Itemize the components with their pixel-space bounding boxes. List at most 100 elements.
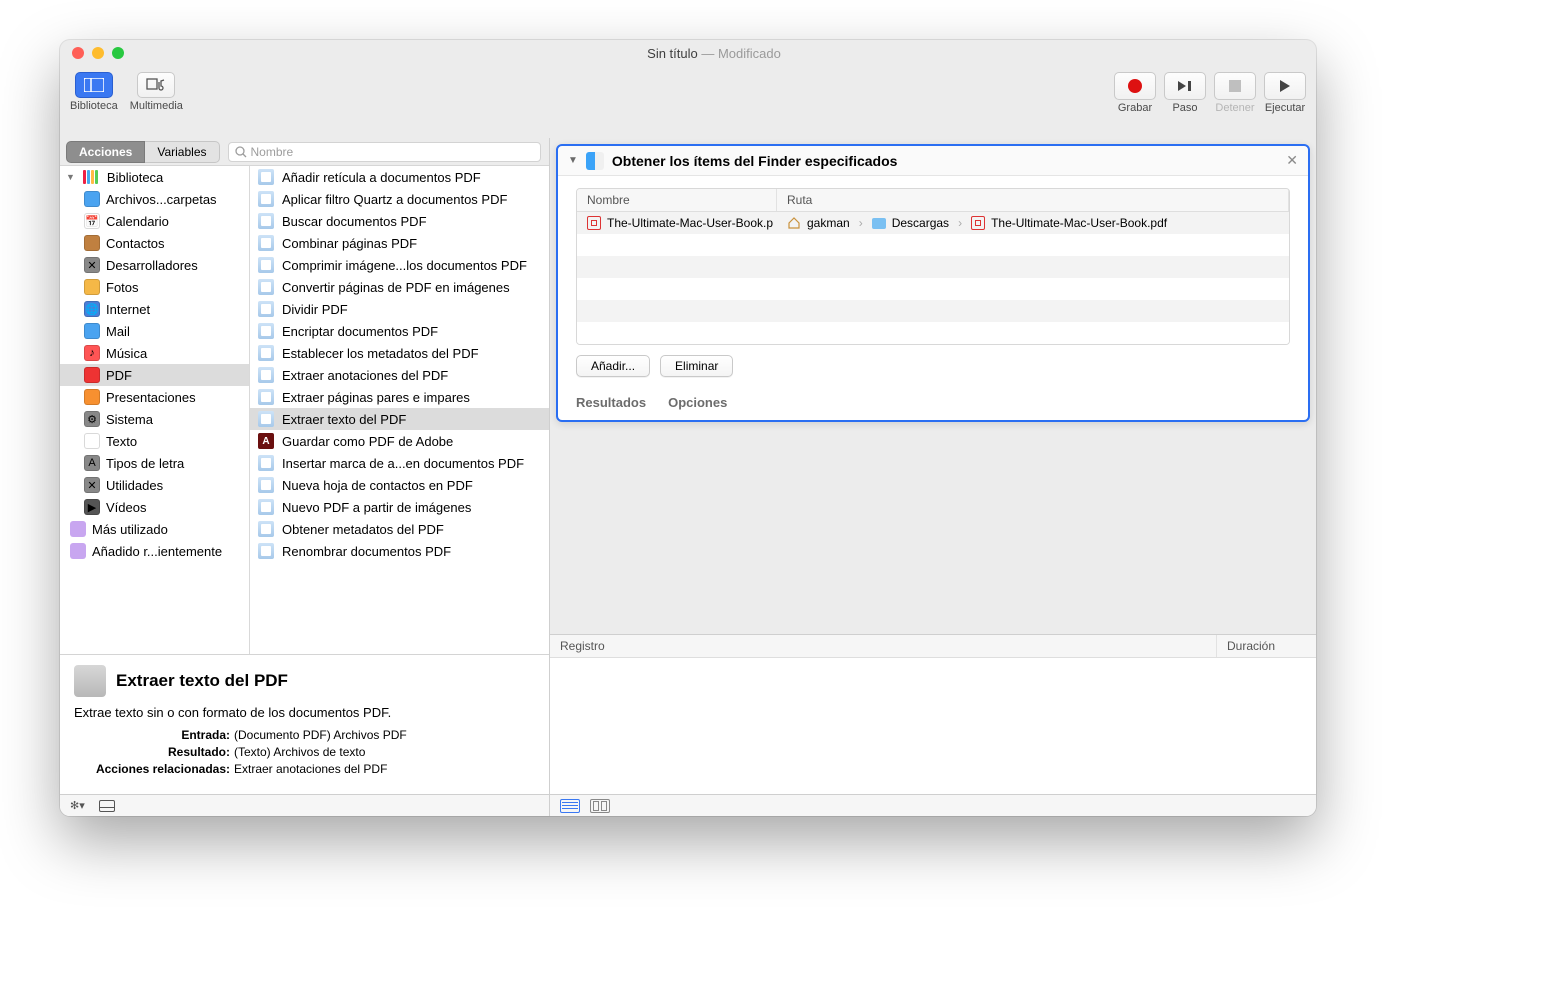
grid-view-toggle[interactable]	[590, 799, 610, 813]
folder-icon	[872, 218, 886, 229]
sidebar-item[interactable]: Presentaciones	[60, 386, 249, 408]
description-panel: Extraer texto del PDF Extrae texto sin o…	[60, 654, 549, 794]
sidebar-item[interactable]: 📅Calendario	[60, 210, 249, 232]
action-list-item[interactable]: Nueva hoja de contactos en PDF	[250, 474, 549, 496]
action-list-item[interactable]: Extraer páginas pares e impares	[250, 386, 549, 408]
window-title-text: Sin título	[647, 46, 698, 61]
sidebar-item[interactable]: ▶Vídeos	[60, 496, 249, 518]
action-list-item[interactable]: Extraer texto del PDF	[250, 408, 549, 430]
actions-list[interactable]: Añadir retícula a documentos PDF Aplicar …	[250, 166, 549, 654]
action-list-item[interactable]: Buscar documentos PDF	[250, 210, 549, 232]
remove-button[interactable]: Eliminar	[660, 355, 733, 377]
log-header: Registro Duración	[550, 635, 1316, 658]
toolbar-step[interactable]: Paso	[1164, 72, 1206, 114]
play-icon	[1278, 79, 1292, 93]
sidebar-item[interactable]: ✕Desarrolladores	[60, 254, 249, 276]
sidebar-item[interactable]: Mail	[60, 320, 249, 342]
sidebar-smart-item[interactable]: Más utilizado	[60, 518, 249, 540]
disclosure-triangle-icon[interactable]: ▼	[568, 155, 578, 166]
run-button[interactable]	[1264, 72, 1306, 100]
smart-folder-icon	[70, 521, 86, 537]
action-list-item[interactable]: Dividir PDF	[250, 298, 549, 320]
tab-actions[interactable]: Acciones	[66, 141, 145, 163]
sidebar-item[interactable]: Texto	[60, 430, 249, 452]
record-button[interactable]	[1114, 72, 1156, 100]
window-title: Sin título — Modificado	[124, 46, 1304, 61]
action-list-item[interactable]: Insertar marca de a...en documentos PDF	[250, 452, 549, 474]
minimize-window-button[interactable]	[92, 47, 104, 59]
action-list-item[interactable]: Encriptar documentos PDF	[250, 320, 549, 342]
zoom-window-button[interactable]	[112, 47, 124, 59]
close-window-button[interactable]	[72, 47, 84, 59]
action-list-item[interactable]: Añadir retícula a documentos PDF	[250, 166, 549, 188]
category-sidebar[interactable]: BibliotecaArchivos...carpetas📅Calendario…	[60, 166, 250, 654]
action-icon	[258, 367, 274, 383]
card-results-tab[interactable]: Resultados	[576, 395, 646, 410]
tab-variables[interactable]: Variables	[145, 141, 219, 163]
sidebar-item[interactable]: ATipos de letra	[60, 452, 249, 474]
category-icon	[84, 367, 100, 383]
sidebar-item[interactable]: Archivos...carpetas	[60, 188, 249, 210]
remove-action-button[interactable]: ✕	[1286, 152, 1298, 169]
sidebar-item[interactable]: PDF	[60, 364, 249, 386]
sidebar-item[interactable]: 🌐Internet	[60, 298, 249, 320]
toolbar-run[interactable]: Ejecutar	[1264, 72, 1306, 114]
search-field[interactable]: Nombre	[228, 142, 542, 162]
col-path[interactable]: Ruta	[777, 189, 1289, 211]
action-icon	[258, 235, 274, 251]
sidebar-header[interactable]: Biblioteca	[60, 166, 249, 188]
sidebar-item-label: Texto	[106, 434, 137, 449]
sidebar-smart-item[interactable]: Añadido r...ientemente	[60, 540, 249, 562]
left-column: Acciones Variables Nombre BibliotecaArch…	[60, 138, 550, 816]
media-button[interactable]	[137, 72, 175, 98]
action-list-item[interactable]: Establecer los metadatos del PDF	[250, 342, 549, 364]
action-label: Dividir PDF	[282, 302, 348, 317]
card-options-tab[interactable]: Opciones	[668, 395, 727, 410]
stop-button	[1214, 72, 1256, 100]
cell-name: The-Ultimate-Mac-User-Book.p	[577, 216, 777, 230]
card-buttons: Añadir... Eliminar	[576, 355, 1290, 377]
toolbar-record[interactable]: Grabar	[1114, 72, 1156, 114]
action-list-item[interactable]: Aplicar filtro Quartz a documentos PDF	[250, 188, 549, 210]
record-icon	[1128, 79, 1142, 93]
add-button[interactable]: Añadir...	[576, 355, 650, 377]
category-icon: ✕	[84, 257, 100, 273]
sidebar-item[interactable]: ♪Música	[60, 342, 249, 364]
action-icon	[258, 455, 274, 471]
action-list-item[interactable]: Convertir páginas de PDF en imágenes	[250, 276, 549, 298]
action-list-item[interactable]: Combinar páginas PDF	[250, 232, 549, 254]
toolbar-media[interactable]: Multimedia	[130, 72, 183, 112]
sidebar-item[interactable]: Fotos	[60, 276, 249, 298]
action-label: Aplicar filtro Quartz a documentos PDF	[282, 192, 507, 207]
library-toggle-button[interactable]	[75, 72, 113, 98]
step-button[interactable]	[1164, 72, 1206, 100]
action-list-item[interactable]: Guardar como PDF de Adobe	[250, 430, 549, 452]
category-icon: 📅	[84, 213, 100, 229]
action-label: Convertir páginas de PDF en imágenes	[282, 280, 510, 295]
workflow-action-card: ▼ Obtener los ítems del Finder especific…	[556, 144, 1310, 422]
list-view-toggle[interactable]	[560, 799, 580, 813]
media-label: Multimedia	[130, 100, 183, 112]
sidebar-item[interactable]: ⚙︎Sistema	[60, 408, 249, 430]
sidebar-item[interactable]: Contactos	[60, 232, 249, 254]
description-icon	[74, 665, 106, 697]
action-list-item[interactable]: Renombrar documentos PDF	[250, 540, 549, 562]
description-toggle-icon[interactable]	[99, 800, 115, 812]
toolbar-library[interactable]: Biblioteca	[70, 72, 118, 112]
action-list-item[interactable]: Comprimir imágene...los documentos PDF	[250, 254, 549, 276]
table-row[interactable]: The-Ultimate-Mac-User-Book.p gakman › De…	[577, 212, 1289, 234]
log-col-duration[interactable]: Duración	[1216, 635, 1316, 657]
action-label: Añadir retícula a documentos PDF	[282, 170, 481, 185]
log-col-register[interactable]: Registro	[550, 635, 1216, 657]
action-list-item[interactable]: Nuevo PDF a partir de imágenes	[250, 496, 549, 518]
col-name[interactable]: Nombre	[577, 189, 777, 211]
action-label: Encriptar documentos PDF	[282, 324, 438, 339]
table-row	[577, 256, 1289, 278]
workflow-area[interactable]: ▼ Obtener los ítems del Finder especific…	[550, 138, 1316, 634]
action-list-item[interactable]: Extraer anotaciones del PDF	[250, 364, 549, 386]
action-icon	[258, 433, 274, 449]
gear-menu-icon[interactable]: ✻▾	[70, 799, 85, 812]
sidebar-item[interactable]: ✕Utilidades	[60, 474, 249, 496]
crumb-user: gakman	[807, 216, 850, 230]
action-list-item[interactable]: Obtener metadatos del PDF	[250, 518, 549, 540]
